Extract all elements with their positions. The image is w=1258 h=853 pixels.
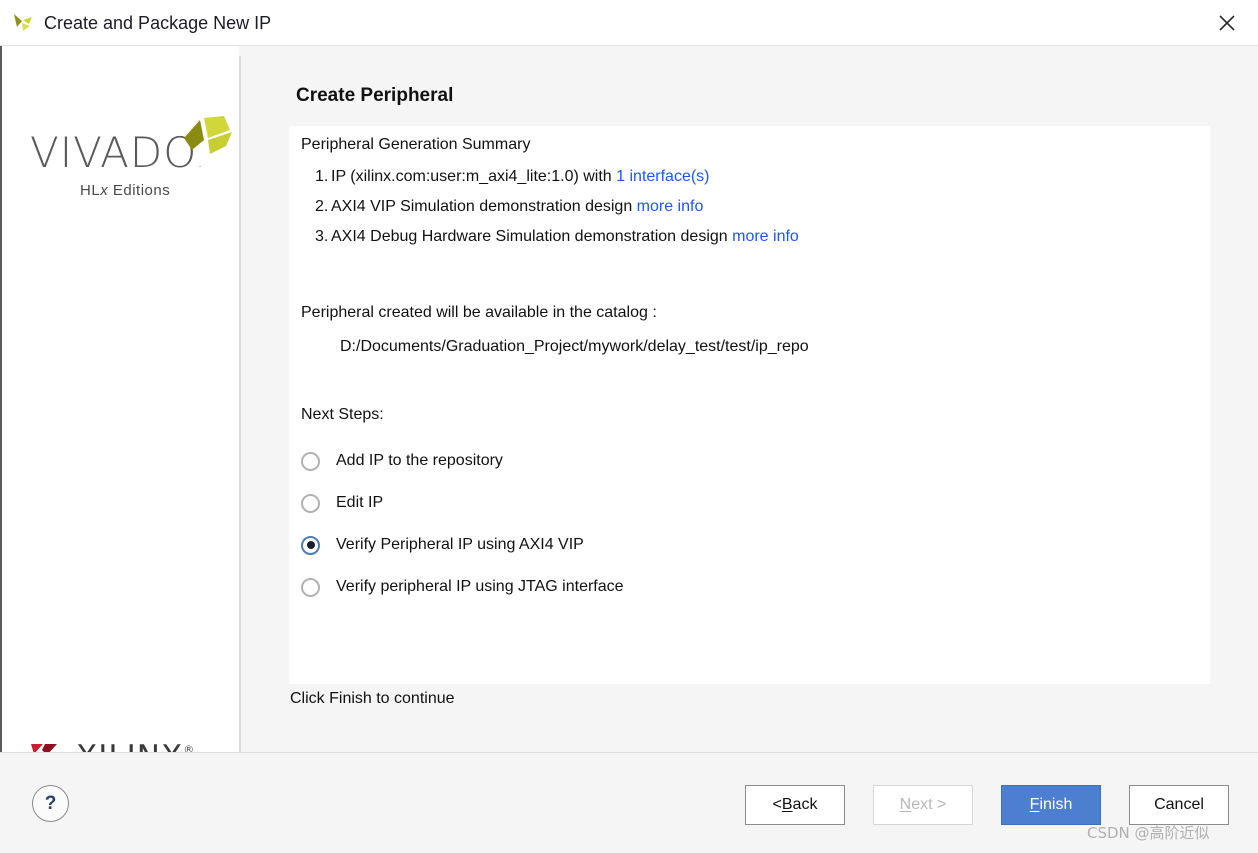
list-item-number: 1. (301, 168, 331, 186)
more-info-link-debug[interactable]: more info (732, 228, 799, 245)
vivado-edition-italic: x (100, 182, 108, 199)
vivado-edition-label: HLx Editions (80, 182, 170, 199)
radio-edit-ip[interactable]: Edit IP (301, 482, 624, 524)
radio-verify-peripheral-ip-jtag[interactable]: Verify peripheral IP using JTAG interfac… (301, 566, 624, 608)
interfaces-link[interactable]: 1 interface(s) (616, 168, 709, 185)
watermark: CSDN @高阶近似 (1087, 822, 1210, 843)
vivado-edition-suffix: Editions (108, 182, 170, 199)
radio-label: Verify Peripheral IP using AXI4 VIP (336, 536, 584, 554)
more-info-link-vip[interactable]: more info (637, 198, 704, 215)
vivado-leaf-mark-icon (180, 116, 236, 166)
finish-button[interactable]: Finish (1001, 785, 1101, 825)
radio-button-icon-selected[interactable] (301, 536, 320, 555)
back-button-label: ack (793, 796, 818, 814)
radio-label: Verify peripheral IP using JTAG interfac… (336, 578, 624, 596)
catalog-path-text: D:/Documents/Graduation_Project/mywork/d… (340, 338, 809, 356)
summary-list: 1.IP (xilinx.com:user:m_axi4_lite:1.0) w… (301, 168, 799, 258)
list-item-number: 2. (301, 198, 331, 216)
list-item: 2.AXI4 VIP Simulation demonstration desi… (301, 198, 799, 216)
list-item: 3.AXI4 Debug Hardware Simulation demonst… (301, 228, 799, 246)
next-button-label: ext > (911, 796, 946, 814)
vivado-wordmark-text: VIVADO (30, 128, 197, 177)
list-item-text: AXI4 Debug Hardware Simulation demonstra… (331, 228, 732, 245)
list-item: 1.IP (xilinx.com:user:m_axi4_lite:1.0) w… (301, 168, 799, 186)
create-package-new-ip-dialog: Create and Package New IP VIVADO. HLx Ed… (0, 0, 1258, 853)
radio-verify-peripheral-ip-axi4-vip[interactable]: Verify Peripheral IP using AXI4 VIP (301, 524, 624, 566)
branding-sidebar: VIVADO. HLx Editions XILINX® (0, 46, 239, 752)
next-button: Next > (873, 785, 973, 825)
footer-hint-text: Click Finish to continue (290, 690, 455, 708)
vivado-logo: VIVADO. HLx Editions (30, 120, 220, 210)
radio-button-icon[interactable] (301, 494, 320, 513)
back-button-accel: B (782, 796, 793, 814)
vivado-wordmark: VIVADO. (30, 128, 204, 177)
next-steps-radio-group: Add IP to the repository Edit IP Verify … (301, 440, 624, 608)
help-button[interactable]: ? (32, 785, 69, 822)
finish-button-label: inish (1039, 796, 1072, 814)
list-item-number: 3. (301, 228, 331, 246)
summary-panel: Peripheral Generation Summary 1.IP (xili… (289, 126, 1210, 684)
next-button-accel: N (900, 796, 912, 814)
radio-add-ip-to-repository[interactable]: Add IP to the repository (301, 440, 624, 482)
vivado-logo-icon (10, 10, 36, 36)
radio-button-icon[interactable] (301, 578, 320, 597)
summary-heading: Peripheral Generation Summary (301, 136, 530, 154)
radio-label: Edit IP (336, 494, 383, 512)
back-button-prefix: < (773, 796, 782, 814)
dialog-footer: ? < Back Next > Finish Cancel (0, 752, 1258, 853)
close-icon[interactable] (1204, 6, 1250, 40)
vivado-edition-prefix: HL (80, 182, 100, 199)
list-item-text: AXI4 VIP Simulation demonstration design (331, 198, 637, 215)
cancel-button[interactable]: Cancel (1129, 785, 1229, 825)
window-title: Create and Package New IP (44, 10, 271, 36)
list-item-text: IP (xilinx.com:user:m_axi4_lite:1.0) wit… (331, 168, 616, 185)
radio-label: Add IP to the repository (336, 452, 503, 470)
page-title: Create Peripheral (296, 85, 453, 107)
catalog-availability-text: Peripheral created will be available in … (301, 304, 657, 322)
title-bar: Create and Package New IP (0, 0, 1258, 46)
back-button[interactable]: < Back (745, 785, 845, 825)
next-steps-label: Next Steps: (301, 406, 384, 424)
radio-button-icon[interactable] (301, 452, 320, 471)
finish-button-accel: F (1030, 796, 1040, 814)
